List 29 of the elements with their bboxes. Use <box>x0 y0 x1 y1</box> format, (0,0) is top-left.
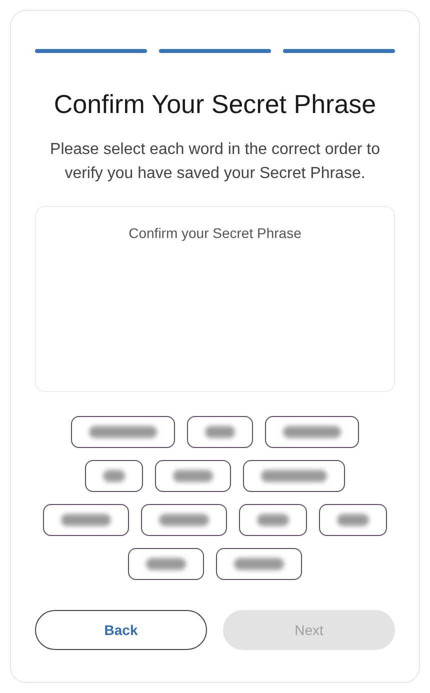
word-chip[interactable] <box>243 460 345 492</box>
phrase-box[interactable]: Confirm your Secret Phrase <box>35 206 395 392</box>
word-chip[interactable] <box>216 548 302 580</box>
word-chip[interactable] <box>265 416 359 448</box>
blurred-word <box>89 426 157 438</box>
word-chip[interactable] <box>85 460 143 492</box>
page-title: Confirm Your Secret Phrase <box>52 89 378 120</box>
blurred-word <box>146 558 186 570</box>
blurred-word <box>257 514 289 526</box>
blurred-word <box>205 426 235 438</box>
word-chip[interactable] <box>155 460 231 492</box>
phrase-box-placeholder: Confirm your Secret Phrase <box>128 225 302 241</box>
blurred-word <box>61 514 111 526</box>
blurred-word <box>337 514 369 526</box>
word-chip[interactable] <box>128 548 204 580</box>
blurred-word <box>103 470 125 482</box>
word-chip[interactable] <box>187 416 253 448</box>
blurred-word <box>261 470 327 482</box>
blurred-word <box>173 470 213 482</box>
instructions-text: Please select each word in the correct order to verify you have saved your Secret Phrase. <box>49 140 381 184</box>
word-chip[interactable] <box>43 504 129 536</box>
word-chip[interactable] <box>239 504 307 536</box>
blurred-word <box>234 558 284 570</box>
word-chip[interactable] <box>71 416 175 448</box>
word-chip[interactable] <box>319 504 387 536</box>
blurred-word <box>283 426 341 438</box>
blurred-word <box>159 514 209 526</box>
word-chip[interactable] <box>141 504 227 536</box>
back-button[interactable]: Back <box>35 610 207 650</box>
